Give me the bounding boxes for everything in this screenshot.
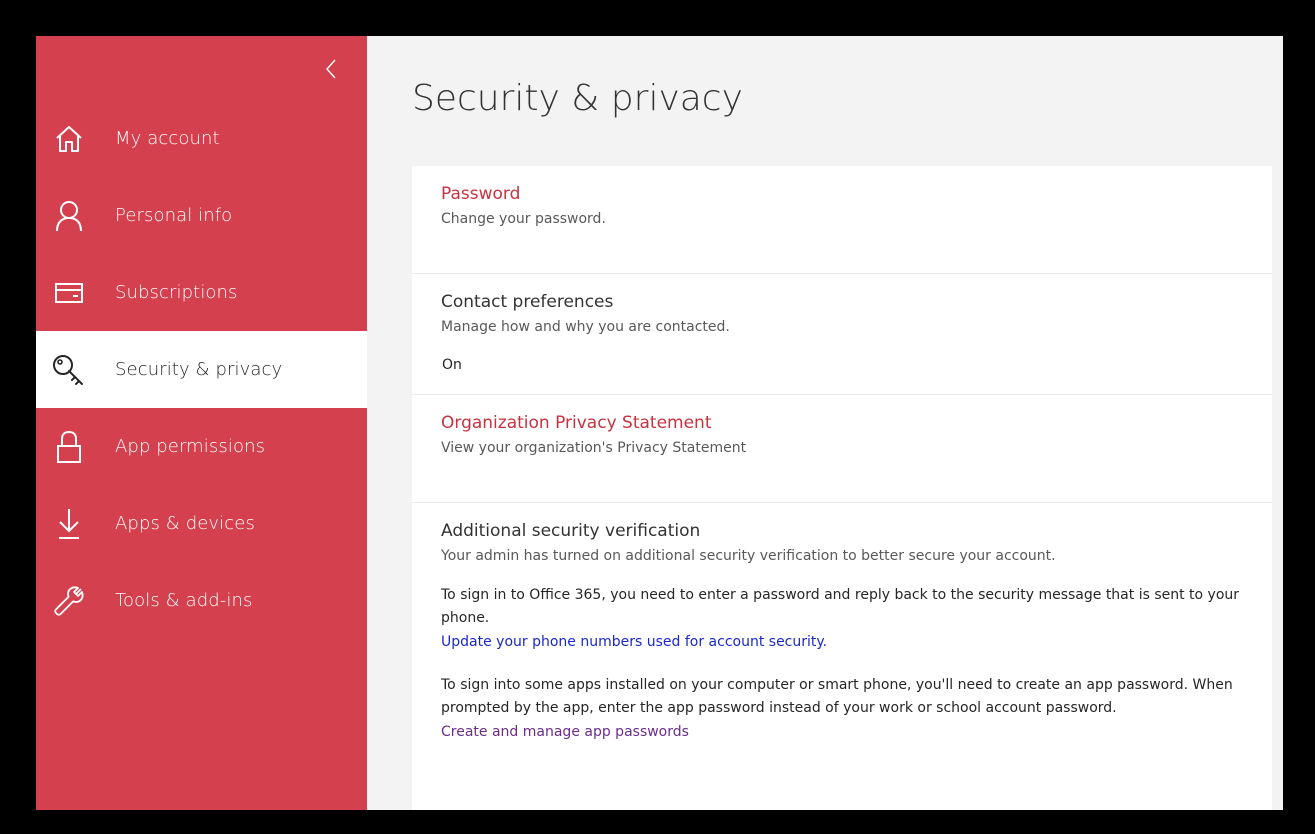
password-link[interactable]: Password bbox=[441, 184, 1272, 204]
collapse-sidebar-button[interactable] bbox=[320, 54, 342, 84]
key-icon bbox=[52, 353, 86, 387]
app-window: My account Personal info Subscriptions S… bbox=[36, 36, 1283, 810]
sidebar-item-label: My account bbox=[115, 128, 220, 149]
page-title: Security & privacy bbox=[412, 78, 743, 119]
sidebar-item-security-privacy[interactable]: Security & privacy bbox=[36, 331, 367, 408]
contact-preferences-title: Contact preferences bbox=[441, 292, 614, 312]
wrench-icon bbox=[52, 584, 86, 618]
additional-verification-title: Additional security verification bbox=[441, 521, 701, 541]
main-content: Security & privacy Password Change your … bbox=[367, 36, 1283, 810]
sidebar-nav: My account Personal info Subscriptions S… bbox=[36, 100, 367, 639]
org-privacy-description: View your organization's Privacy Stateme… bbox=[441, 440, 747, 456]
sidebar: My account Personal info Subscriptions S… bbox=[36, 36, 367, 810]
download-icon bbox=[52, 507, 86, 541]
sidebar-item-tools-addins[interactable]: Tools & add-ins bbox=[36, 562, 367, 639]
person-icon bbox=[52, 199, 86, 233]
sidebar-item-label: Personal info bbox=[115, 205, 233, 226]
sidebar-item-apps-devices[interactable]: Apps & devices bbox=[36, 485, 367, 562]
org-privacy-section: Organization Privacy Statement View your… bbox=[412, 395, 1272, 503]
contact-preferences-state[interactable]: On bbox=[442, 357, 1272, 373]
password-description: Change your password. bbox=[441, 211, 606, 227]
sidebar-item-label: App permissions bbox=[115, 436, 266, 457]
org-privacy-link[interactable]: Organization Privacy Statement bbox=[441, 413, 1272, 433]
sidebar-item-subscriptions[interactable]: Subscriptions bbox=[36, 254, 367, 331]
contact-preferences-section: Contact preferences Manage how and why y… bbox=[412, 274, 1272, 395]
sidebar-item-app-permissions[interactable]: App permissions bbox=[36, 408, 367, 485]
lock-icon bbox=[52, 430, 86, 464]
chevron-left-icon bbox=[326, 59, 336, 79]
settings-card: Password Change your password. Contact p… bbox=[412, 166, 1272, 810]
sidebar-item-label: Apps & devices bbox=[115, 513, 255, 534]
contact-preferences-description: Manage how and why you are contacted. bbox=[441, 319, 730, 335]
update-phone-numbers-link[interactable]: Update your phone numbers used for accou… bbox=[441, 634, 827, 650]
home-icon bbox=[52, 122, 86, 156]
additional-verification-description: Your admin has turned on additional secu… bbox=[441, 548, 1056, 564]
additional-verification-section: Additional security verification Your ad… bbox=[412, 503, 1272, 810]
sidebar-item-personal-info[interactable]: Personal info bbox=[36, 177, 367, 254]
sign-in-phone-text: To sign in to Office 365, you need to en… bbox=[441, 587, 1240, 626]
manage-app-passwords-link[interactable]: Create and manage app passwords bbox=[441, 724, 689, 740]
password-section: Password Change your password. bbox=[412, 166, 1272, 274]
sidebar-item-label: Tools & add-ins bbox=[115, 590, 253, 611]
sidebar-item-label: Security & privacy bbox=[115, 359, 283, 380]
app-password-text: To sign into some apps installed on your… bbox=[441, 677, 1233, 716]
sidebar-item-my-account[interactable]: My account bbox=[36, 100, 367, 177]
card-icon bbox=[52, 276, 86, 310]
sidebar-item-label: Subscriptions bbox=[115, 282, 238, 303]
